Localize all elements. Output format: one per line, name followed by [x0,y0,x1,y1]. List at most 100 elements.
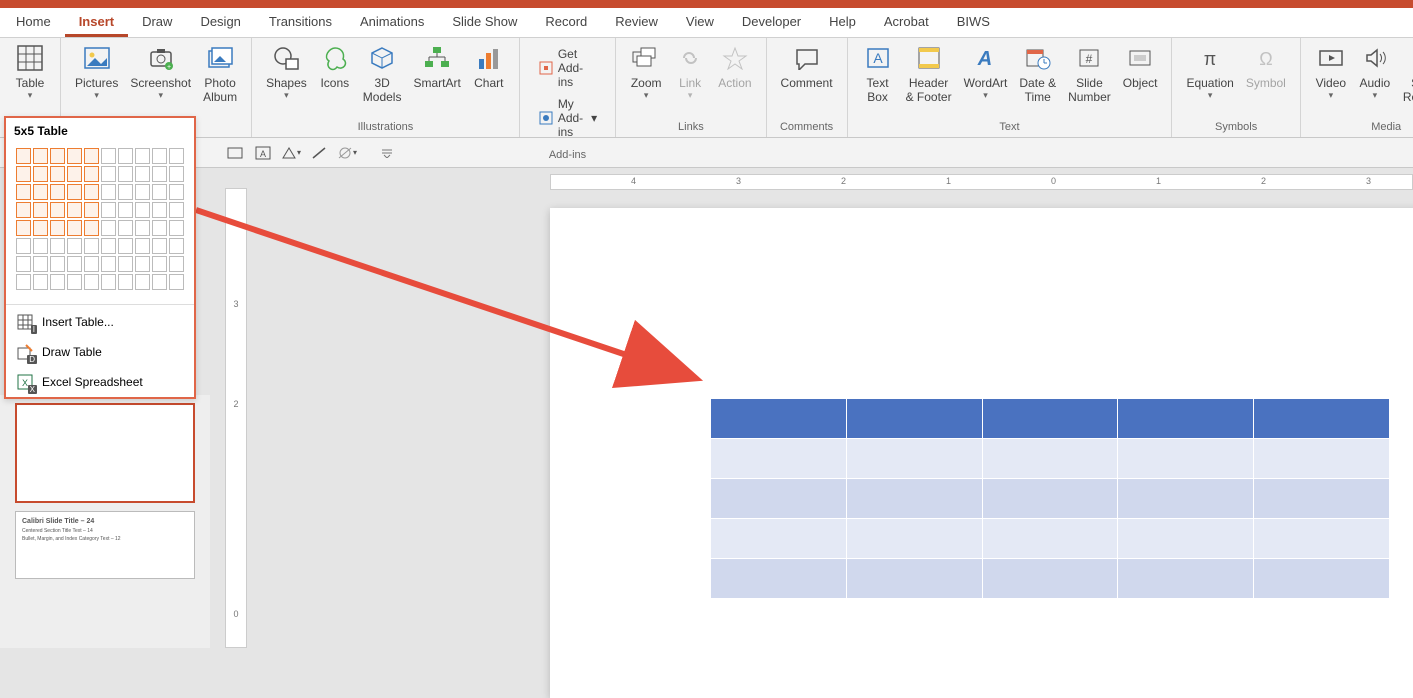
grid-cell[interactable] [33,220,48,236]
table-grid-picker[interactable] [6,142,194,302]
video-button[interactable]: Video ▾ [1309,40,1353,103]
excel-spreadsheet-item[interactable]: XX Excel Spreadsheet [6,367,194,397]
table-cell[interactable] [711,559,847,599]
tab-view[interactable]: View [672,8,728,37]
grid-cell[interactable] [33,184,48,200]
grid-cell[interactable] [101,274,116,290]
tab-help[interactable]: Help [815,8,870,37]
grid-cell[interactable] [118,220,133,236]
photo-album-button[interactable]: Photo Album [197,40,243,106]
action-button[interactable]: Action [712,40,757,92]
grid-cell[interactable] [169,184,184,200]
screen-recording-button[interactable]: Screen Recording [1397,40,1413,106]
grid-cell[interactable] [33,148,48,164]
grid-cell[interactable] [169,238,184,254]
grid-cell[interactable] [135,256,150,272]
tab-record[interactable]: Record [531,8,601,37]
qat-line-icon[interactable] [309,143,329,163]
get-addins-button[interactable]: Get Add-ins [534,44,601,92]
grid-cell[interactable] [67,256,82,272]
tab-home[interactable]: Home [2,8,65,37]
tab-design[interactable]: Design [186,8,254,37]
table-cell[interactable] [711,519,847,559]
table-cell[interactable] [982,439,1118,479]
table-cell[interactable] [1118,559,1254,599]
smartart-button[interactable]: SmartArt [407,40,466,92]
table-cell[interactable] [711,439,847,479]
link-button[interactable]: Link ▾ [668,40,712,103]
tab-developer[interactable]: Developer [728,8,815,37]
qat-shape-icon[interactable]: ▾ [281,143,301,163]
grid-cell[interactable] [135,184,150,200]
table-cell[interactable] [1254,399,1390,439]
audio-button[interactable]: Audio ▾ [1353,40,1397,103]
grid-cell[interactable] [84,184,99,200]
tab-acrobat[interactable]: Acrobat [870,8,943,37]
table-cell[interactable] [846,559,982,599]
grid-cell[interactable] [84,148,99,164]
table-cell[interactable] [846,439,982,479]
grid-cell[interactable] [101,202,116,218]
comment-button[interactable]: Comment [775,40,839,92]
grid-cell[interactable] [50,274,65,290]
grid-cell[interactable] [118,238,133,254]
grid-cell[interactable] [50,202,65,218]
grid-cell[interactable] [50,148,65,164]
grid-cell[interactable] [50,166,65,182]
qat-rectangle-icon[interactable] [225,143,245,163]
draw-table-item[interactable]: D Draw Table [6,337,194,367]
table-cell[interactable] [1254,479,1390,519]
table-cell[interactable] [1254,519,1390,559]
grid-cell[interactable] [101,220,116,236]
qat-textbox-icon[interactable]: A [253,143,273,163]
grid-cell[interactable] [169,202,184,218]
grid-cell[interactable] [84,220,99,236]
grid-cell[interactable] [67,220,82,236]
table-cell[interactable] [1118,399,1254,439]
shapes-button[interactable]: Shapes ▾ [260,40,313,103]
grid-cell[interactable] [101,256,116,272]
table-cell[interactable] [982,399,1118,439]
slide-thumbnail-1[interactable] [15,403,195,503]
tab-animations[interactable]: Animations [346,8,438,37]
tab-slideshow[interactable]: Slide Show [438,8,531,37]
grid-cell[interactable] [135,148,150,164]
icons-button[interactable]: Icons [313,40,357,92]
grid-cell[interactable] [84,202,99,218]
grid-cell[interactable] [118,148,133,164]
table-cell[interactable] [982,519,1118,559]
grid-cell[interactable] [152,256,167,272]
grid-cell[interactable] [33,256,48,272]
grid-cell[interactable] [169,274,184,290]
grid-cell[interactable] [84,238,99,254]
grid-cell[interactable] [101,184,116,200]
grid-cell[interactable] [16,148,31,164]
grid-cell[interactable] [67,148,82,164]
grid-cell[interactable] [101,166,116,182]
table-button[interactable]: Table ▾ [8,40,52,103]
insert-table-item[interactable]: I Insert Table... [6,307,194,337]
grid-cell[interactable] [67,238,82,254]
grid-cell[interactable] [152,238,167,254]
grid-cell[interactable] [16,184,31,200]
grid-cell[interactable] [16,274,31,290]
table-cell[interactable] [846,399,982,439]
table-cell[interactable] [982,479,1118,519]
table-cell[interactable] [1254,439,1390,479]
table-cell[interactable] [1118,439,1254,479]
grid-cell[interactable] [152,184,167,200]
grid-cell[interactable] [67,202,82,218]
grid-cell[interactable] [50,238,65,254]
grid-cell[interactable] [118,184,133,200]
slide-number-button[interactable]: # Slide Number [1062,40,1117,106]
grid-cell[interactable] [135,166,150,182]
grid-cell[interactable] [101,238,116,254]
grid-cell[interactable] [50,256,65,272]
grid-cell[interactable] [118,274,133,290]
grid-cell[interactable] [50,184,65,200]
grid-cell[interactable] [152,274,167,290]
wordart-button[interactable]: A WordArt ▾ [958,40,1014,103]
grid-cell[interactable] [135,238,150,254]
header-footer-button[interactable]: Header & Footer [900,40,958,106]
grid-cell[interactable] [135,202,150,218]
